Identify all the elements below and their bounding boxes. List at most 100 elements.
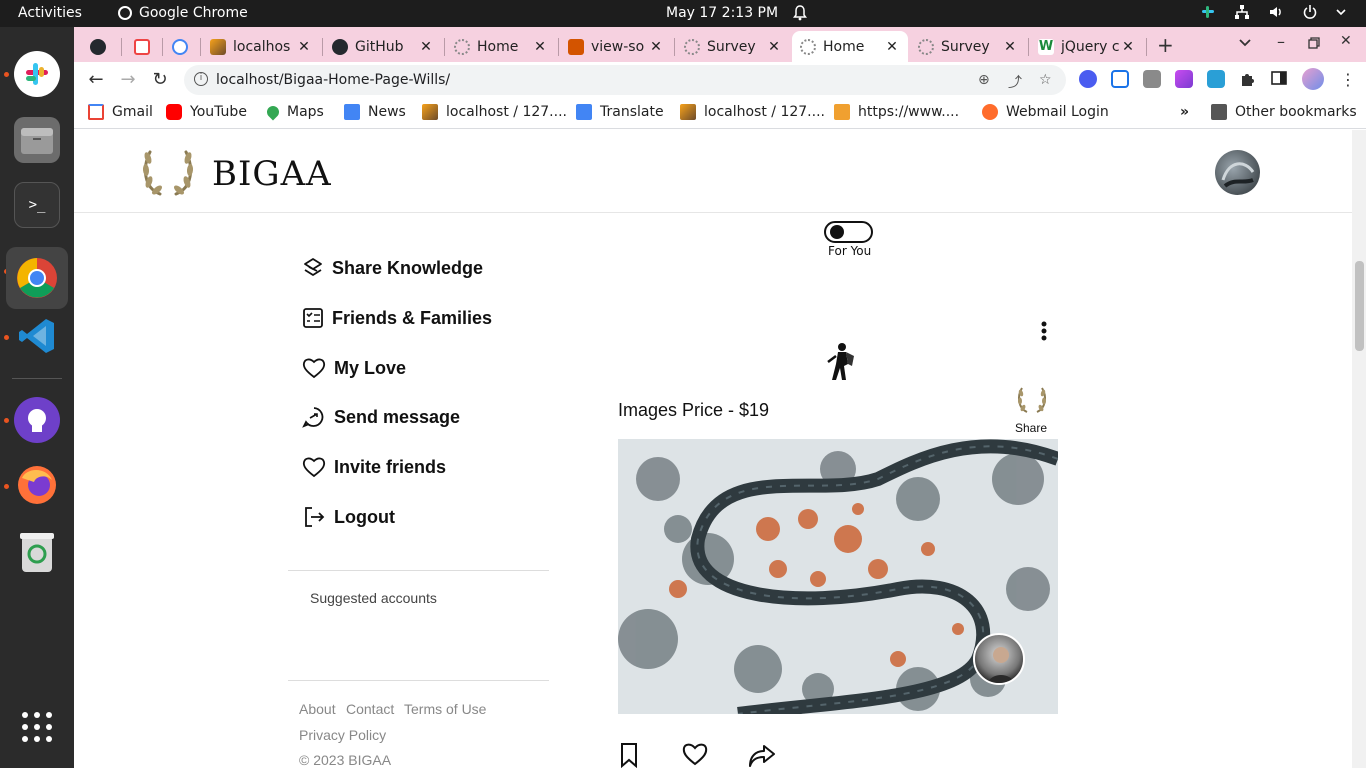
share-arrow-icon[interactable] xyxy=(748,742,776,768)
brand-name[interactable]: BIGAA xyxy=(212,154,332,194)
tab-pinned-2[interactable] xyxy=(126,31,160,62)
like-heart-icon[interactable] xyxy=(682,742,708,766)
menu-invite-friends[interactable]: Invite friends xyxy=(302,456,446,478)
activities-button[interactable]: Activities xyxy=(18,5,82,21)
tab-google-pinned[interactable] xyxy=(164,31,198,62)
side-panel-icon[interactable] xyxy=(1271,70,1289,88)
app-grid-icon[interactable] xyxy=(14,704,60,750)
bookmark-news[interactable]: News xyxy=(344,104,406,120)
tab-survey-2[interactable]: Survey ✕ xyxy=(910,31,1026,62)
close-tab-icon[interactable]: ✕ xyxy=(1002,39,1018,55)
footer-terms-link[interactable]: Terms of Use xyxy=(404,701,486,717)
menu-friends-families[interactable]: Friends & Families xyxy=(302,307,492,329)
chrome-menu-icon[interactable]: ⋮ xyxy=(1340,70,1356,89)
tab-jquery[interactable]: W jQuery c ✕ xyxy=(1030,31,1144,62)
laurel-wreath-logo-icon[interactable] xyxy=(138,144,198,200)
slack-icon[interactable] xyxy=(14,51,60,97)
chrome-icon[interactable] xyxy=(6,247,68,309)
xampp-icon xyxy=(568,38,584,55)
post-options-icon[interactable] xyxy=(1036,320,1052,344)
terminal-icon[interactable]: >_ xyxy=(14,182,60,228)
app-menu[interactable]: Google Chrome xyxy=(118,5,248,21)
new-tab-button[interactable]: + xyxy=(1157,33,1174,57)
system-tray[interactable] xyxy=(1200,4,1346,20)
url-text[interactable]: localhost/Bigaa-Home-Page-Wills/ xyxy=(216,72,450,88)
bookmark-youtube[interactable]: YouTube xyxy=(166,104,247,120)
forward-button[interactable]: → xyxy=(116,68,140,92)
extension-fi-icon[interactable] xyxy=(1207,70,1225,88)
pen-extension-icon[interactable] xyxy=(1175,70,1193,88)
trash-icon[interactable] xyxy=(14,529,60,575)
slack-tray-icon[interactable] xyxy=(1200,4,1216,20)
share-label[interactable]: Share xyxy=(1015,421,1047,435)
extension-1-icon[interactable] xyxy=(1079,70,1097,88)
user-avatar[interactable] xyxy=(1215,150,1260,195)
tab-view-source[interactable]: view-so ✕ xyxy=(560,31,672,62)
scrollbar-thumb[interactable] xyxy=(1355,261,1364,351)
footer-about-link[interactable]: About xyxy=(299,701,336,717)
tab-survey-1[interactable]: Survey ✕ xyxy=(676,31,790,62)
footer-privacy-link[interactable]: Privacy Policy xyxy=(299,727,386,743)
tab-localhost[interactable]: localhos ✕ xyxy=(202,31,320,62)
hiker-icon[interactable] xyxy=(822,342,858,384)
tab-home-1[interactable]: Home ✕ xyxy=(446,31,556,62)
close-tab-icon[interactable]: ✕ xyxy=(648,39,664,55)
minimize-window-button[interactable]: – xyxy=(1277,32,1285,51)
camera-extension-icon[interactable] xyxy=(1143,70,1161,88)
chevron-down-icon[interactable] xyxy=(1336,7,1346,17)
bookmark-maps[interactable]: Maps xyxy=(264,103,324,121)
close-tab-icon[interactable]: ✕ xyxy=(884,39,900,55)
share-page-icon[interactable]: ⤴ xyxy=(1008,72,1022,92)
site-info-icon[interactable]: i xyxy=(194,72,208,86)
menu-my-love[interactable]: My Love xyxy=(302,357,406,379)
menu-logout[interactable]: Logout xyxy=(302,505,395,529)
github-desktop-icon[interactable] xyxy=(14,397,60,443)
close-tab-icon[interactable]: ✕ xyxy=(296,39,312,55)
bookmark-webmail[interactable]: Webmail Login xyxy=(982,104,1109,120)
close-tab-icon[interactable]: ✕ xyxy=(1120,39,1136,55)
extensions-puzzle-icon[interactable] xyxy=(1239,70,1257,88)
footer-contact-link[interactable]: Contact xyxy=(346,701,394,717)
bookmark-https[interactable]: https://www.... xyxy=(834,104,959,120)
close-window-button[interactable]: ✕ xyxy=(1340,33,1352,49)
phpmyadmin-icon xyxy=(680,104,696,120)
menu-send-message[interactable]: Send message xyxy=(302,406,460,428)
bookmarks-overflow-button[interactable]: » xyxy=(1180,104,1189,120)
clock[interactable]: May 17 2:13 PM xyxy=(666,5,778,21)
restore-window-button[interactable] xyxy=(1308,34,1320,53)
menu-share-knowledge[interactable]: Share Knowledge xyxy=(302,257,483,279)
close-tab-icon[interactable]: ✕ xyxy=(418,39,434,55)
other-bookmarks[interactable]: Other bookmarks xyxy=(1211,104,1357,120)
tab-github[interactable]: GitHub ✕ xyxy=(324,31,442,62)
address-bar[interactable]: i localhost/Bigaa-Home-Page-Wills/ ⊕ ⤴ ☆ xyxy=(184,65,1066,95)
tab-search-icon[interactable] xyxy=(1238,35,1252,54)
bookmark-icon[interactable] xyxy=(620,742,638,768)
tab-home-active[interactable]: Home ✕ xyxy=(792,31,908,62)
reload-button[interactable]: ↻ xyxy=(148,68,172,92)
post-author-avatar[interactable] xyxy=(973,633,1025,685)
volume-icon[interactable] xyxy=(1268,4,1284,20)
tab-github-pinned[interactable] xyxy=(82,31,116,62)
zoom-icon[interactable]: ⊕ xyxy=(978,72,990,88)
back-button[interactable]: ← xyxy=(84,68,108,92)
bookmark-gmail[interactable]: Gmail xyxy=(88,104,153,120)
page-scrollbar[interactable] xyxy=(1352,130,1366,768)
files-icon[interactable] xyxy=(14,117,60,163)
youtube-icon xyxy=(166,104,182,120)
bell-icon[interactable] xyxy=(793,5,807,25)
close-tab-icon[interactable]: ✕ xyxy=(766,39,782,55)
extension-2-icon[interactable] xyxy=(1111,70,1129,88)
vscode-icon[interactable] xyxy=(14,313,60,359)
cpanel-icon xyxy=(982,104,998,120)
bookmark-localhost-2[interactable]: localhost / 127.... xyxy=(680,104,825,120)
network-icon[interactable] xyxy=(1234,4,1250,20)
bookmark-translate[interactable]: Translate xyxy=(576,104,664,120)
laurel-share-icon[interactable] xyxy=(1015,384,1049,416)
profile-avatar-icon[interactable] xyxy=(1302,68,1324,90)
for-you-toggle[interactable] xyxy=(824,221,873,243)
bookmark-star-icon[interactable]: ☆ xyxy=(1039,72,1052,88)
power-icon[interactable] xyxy=(1302,4,1318,20)
close-tab-icon[interactable]: ✕ xyxy=(532,39,548,55)
bookmark-localhost-1[interactable]: localhost / 127.... xyxy=(422,104,567,120)
firefox-icon[interactable] xyxy=(14,462,60,508)
